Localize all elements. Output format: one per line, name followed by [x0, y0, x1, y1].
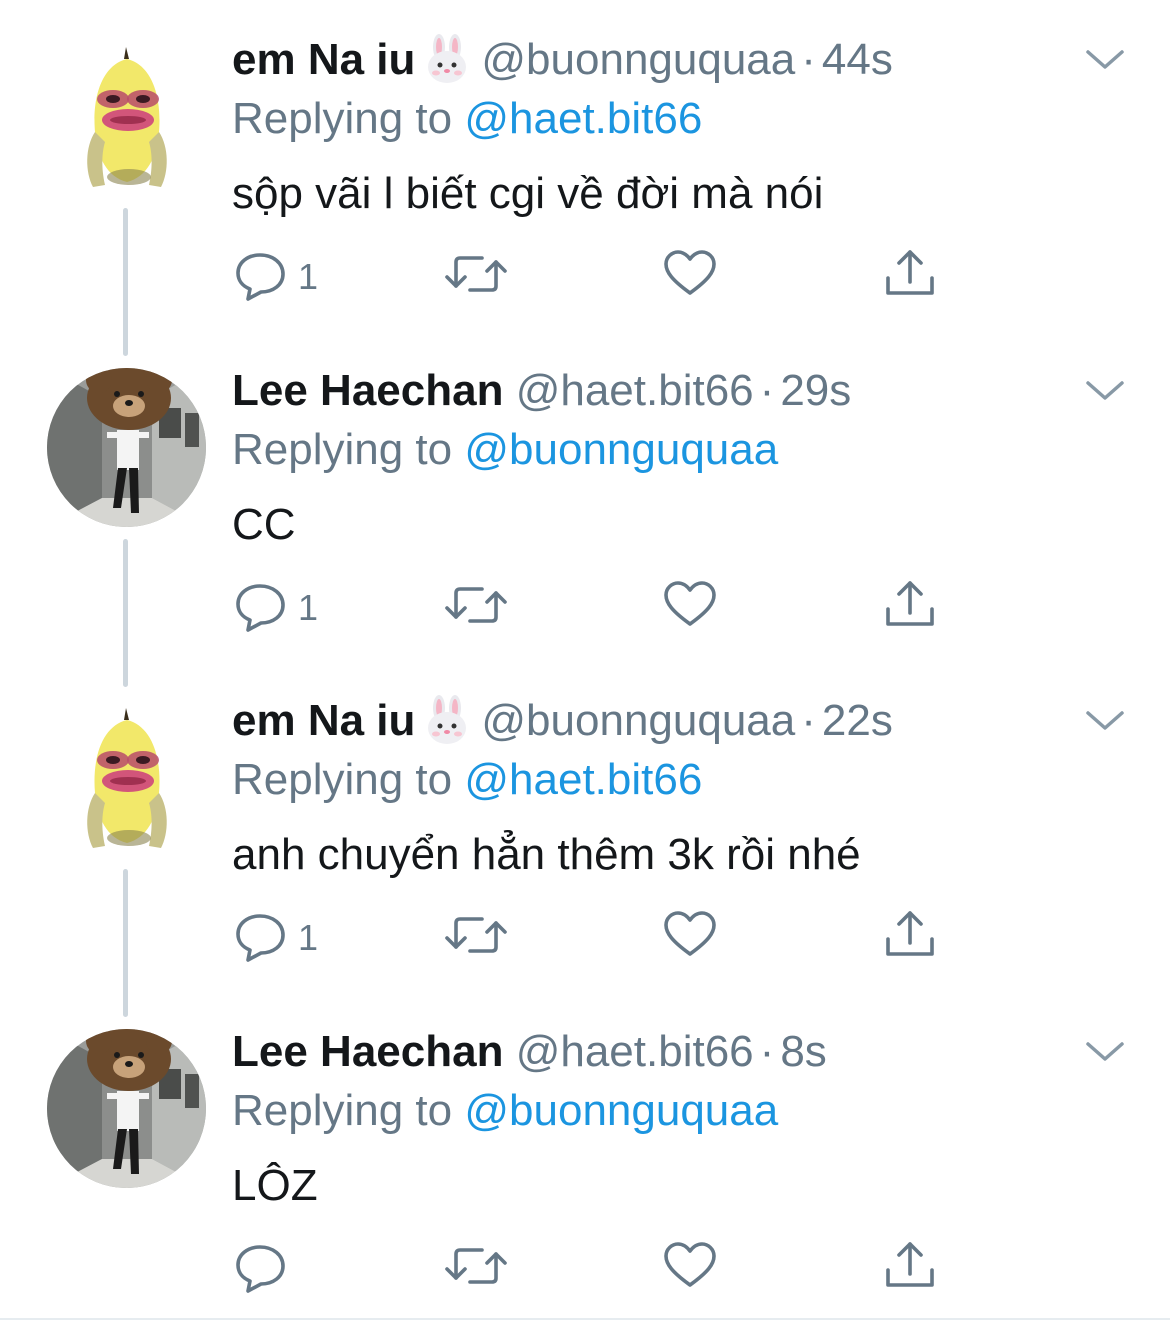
reply-button[interactable]	[232, 1238, 342, 1298]
retweet-icon	[445, 587, 507, 623]
divider	[0, 1318, 1170, 1320]
share-button[interactable]	[882, 907, 938, 967]
comment-bubble-icon	[236, 584, 285, 632]
tweet-text: LÔZ	[232, 1161, 318, 1210]
retweet-button[interactable]	[444, 246, 508, 306]
separator-dot: ·	[801, 35, 816, 84]
replying-to: Replying to @haet.bit66	[232, 750, 702, 810]
rabbit-face-icon	[421, 33, 473, 85]
user-handle[interactable]: @haet.bit66	[516, 1027, 754, 1076]
reply-count: 1	[298, 917, 319, 958]
retweet-button[interactable]	[444, 577, 508, 637]
chevron-down-icon[interactable]	[1082, 371, 1128, 407]
replying-to-label: Replying to	[232, 425, 453, 474]
retweet-button[interactable]	[444, 907, 508, 967]
reply-mention-link[interactable]: @buonnguquaa	[464, 1086, 778, 1135]
retweet-icon	[445, 256, 507, 292]
replying-to: Replying to @buonnguquaa	[232, 1081, 778, 1141]
chevron-down-icon[interactable]	[1082, 1032, 1128, 1068]
replying-to: Replying to @haet.bit66	[232, 89, 702, 149]
chevron-down-icon[interactable]	[1082, 701, 1128, 737]
separator-dot: ·	[759, 366, 775, 415]
reply-mention-link[interactable]: @haet.bit66	[464, 94, 702, 143]
tweet[interactable]: em Na iu @buonnguquaa · 22s Replying to @h…	[0, 661, 1170, 1017]
tweet-header: Lee Haechan @haet.bit66 · 8s	[232, 1022, 827, 1082]
comment-bubble-icon	[236, 253, 285, 301]
timestamp[interactable]: 8s	[780, 1027, 826, 1076]
reply-mention-link[interactable]: @haet.bit66	[464, 755, 702, 804]
tweet-text: anh chuyển hẳn thêm 3k rồi nhé	[232, 830, 861, 879]
heart-icon	[664, 581, 716, 626]
avatar[interactable]	[47, 698, 206, 857]
display-name[interactable]: em Na iu	[232, 35, 415, 84]
share-upload-icon	[886, 1242, 934, 1287]
tweet-actions: 1	[232, 577, 952, 637]
avatar[interactable]	[47, 1029, 206, 1188]
rabbit-face-icon	[421, 694, 473, 746]
comment-bubble-icon	[236, 914, 285, 962]
replying-to: Replying to @buonnguquaa	[232, 420, 778, 480]
like-button[interactable]	[662, 1238, 722, 1298]
tweet-header: em Na iu @buonnguquaa · 22s	[232, 691, 893, 751]
reply-button[interactable]: 1	[232, 246, 342, 306]
heart-icon	[664, 250, 716, 295]
avatar[interactable]	[47, 368, 206, 527]
tweet-header: em Na iu @buonnguquaa · 44s	[232, 30, 893, 90]
timestamp[interactable]: 29s	[780, 366, 851, 415]
display-name[interactable]: em Na iu	[232, 696, 415, 745]
chevron-down-icon[interactable]	[1082, 40, 1128, 76]
share-button[interactable]	[882, 577, 938, 637]
reply-button[interactable]: 1	[232, 577, 342, 637]
tweet[interactable]: em Na iu @buonnguquaa · 44s Replying to @h…	[0, 0, 1170, 356]
replying-to-label: Replying to	[232, 1086, 453, 1135]
retweet-button[interactable]	[444, 1238, 508, 1298]
share-button[interactable]	[882, 1238, 938, 1298]
heart-icon	[664, 911, 716, 956]
share-button[interactable]	[882, 246, 938, 306]
timestamp[interactable]: 44s	[822, 35, 893, 84]
tweet[interactable]: Lee Haechan @haet.bit66 · 8s Replying to @…	[0, 992, 1170, 1322]
replying-to-label: Replying to	[232, 94, 453, 143]
avatar[interactable]	[47, 37, 206, 196]
separator-dot: ·	[759, 1027, 775, 1076]
like-button[interactable]	[662, 907, 722, 967]
separator-dot: ·	[801, 696, 816, 745]
tweet-actions: 1	[232, 246, 952, 306]
share-upload-icon	[886, 581, 934, 626]
tweet-text: sộp vãi l biết cgi về đời mà nói	[232, 169, 824, 218]
replying-to-label: Replying to	[232, 755, 453, 804]
user-handle[interactable]: @buonnguquaa	[481, 35, 795, 84]
tweet-header: Lee Haechan @haet.bit66 · 29s	[232, 361, 851, 421]
retweet-icon	[445, 917, 507, 953]
like-button[interactable]	[662, 246, 722, 306]
share-upload-icon	[886, 911, 934, 956]
display-name[interactable]: Lee Haechan	[232, 1027, 503, 1076]
reply-mention-link[interactable]: @buonnguquaa	[464, 425, 778, 474]
user-handle[interactable]: @haet.bit66	[516, 366, 754, 415]
like-button[interactable]	[662, 577, 722, 637]
tweet-text: CC	[232, 500, 296, 549]
tweet-actions	[232, 1238, 952, 1298]
tweet-actions: 1	[232, 907, 952, 967]
comment-bubble-icon	[236, 1245, 285, 1293]
display-name[interactable]: Lee Haechan	[232, 366, 503, 415]
share-upload-icon	[886, 250, 934, 295]
tweet[interactable]: Lee Haechan @haet.bit66 · 29s Replying to …	[0, 331, 1170, 687]
retweet-icon	[445, 1248, 507, 1284]
reply-count: 1	[298, 587, 319, 628]
user-handle[interactable]: @buonnguquaa	[481, 696, 795, 745]
reply-count: 1	[298, 256, 319, 297]
reply-button[interactable]: 1	[232, 907, 342, 967]
timestamp[interactable]: 22s	[822, 696, 893, 745]
heart-icon	[664, 1242, 716, 1287]
